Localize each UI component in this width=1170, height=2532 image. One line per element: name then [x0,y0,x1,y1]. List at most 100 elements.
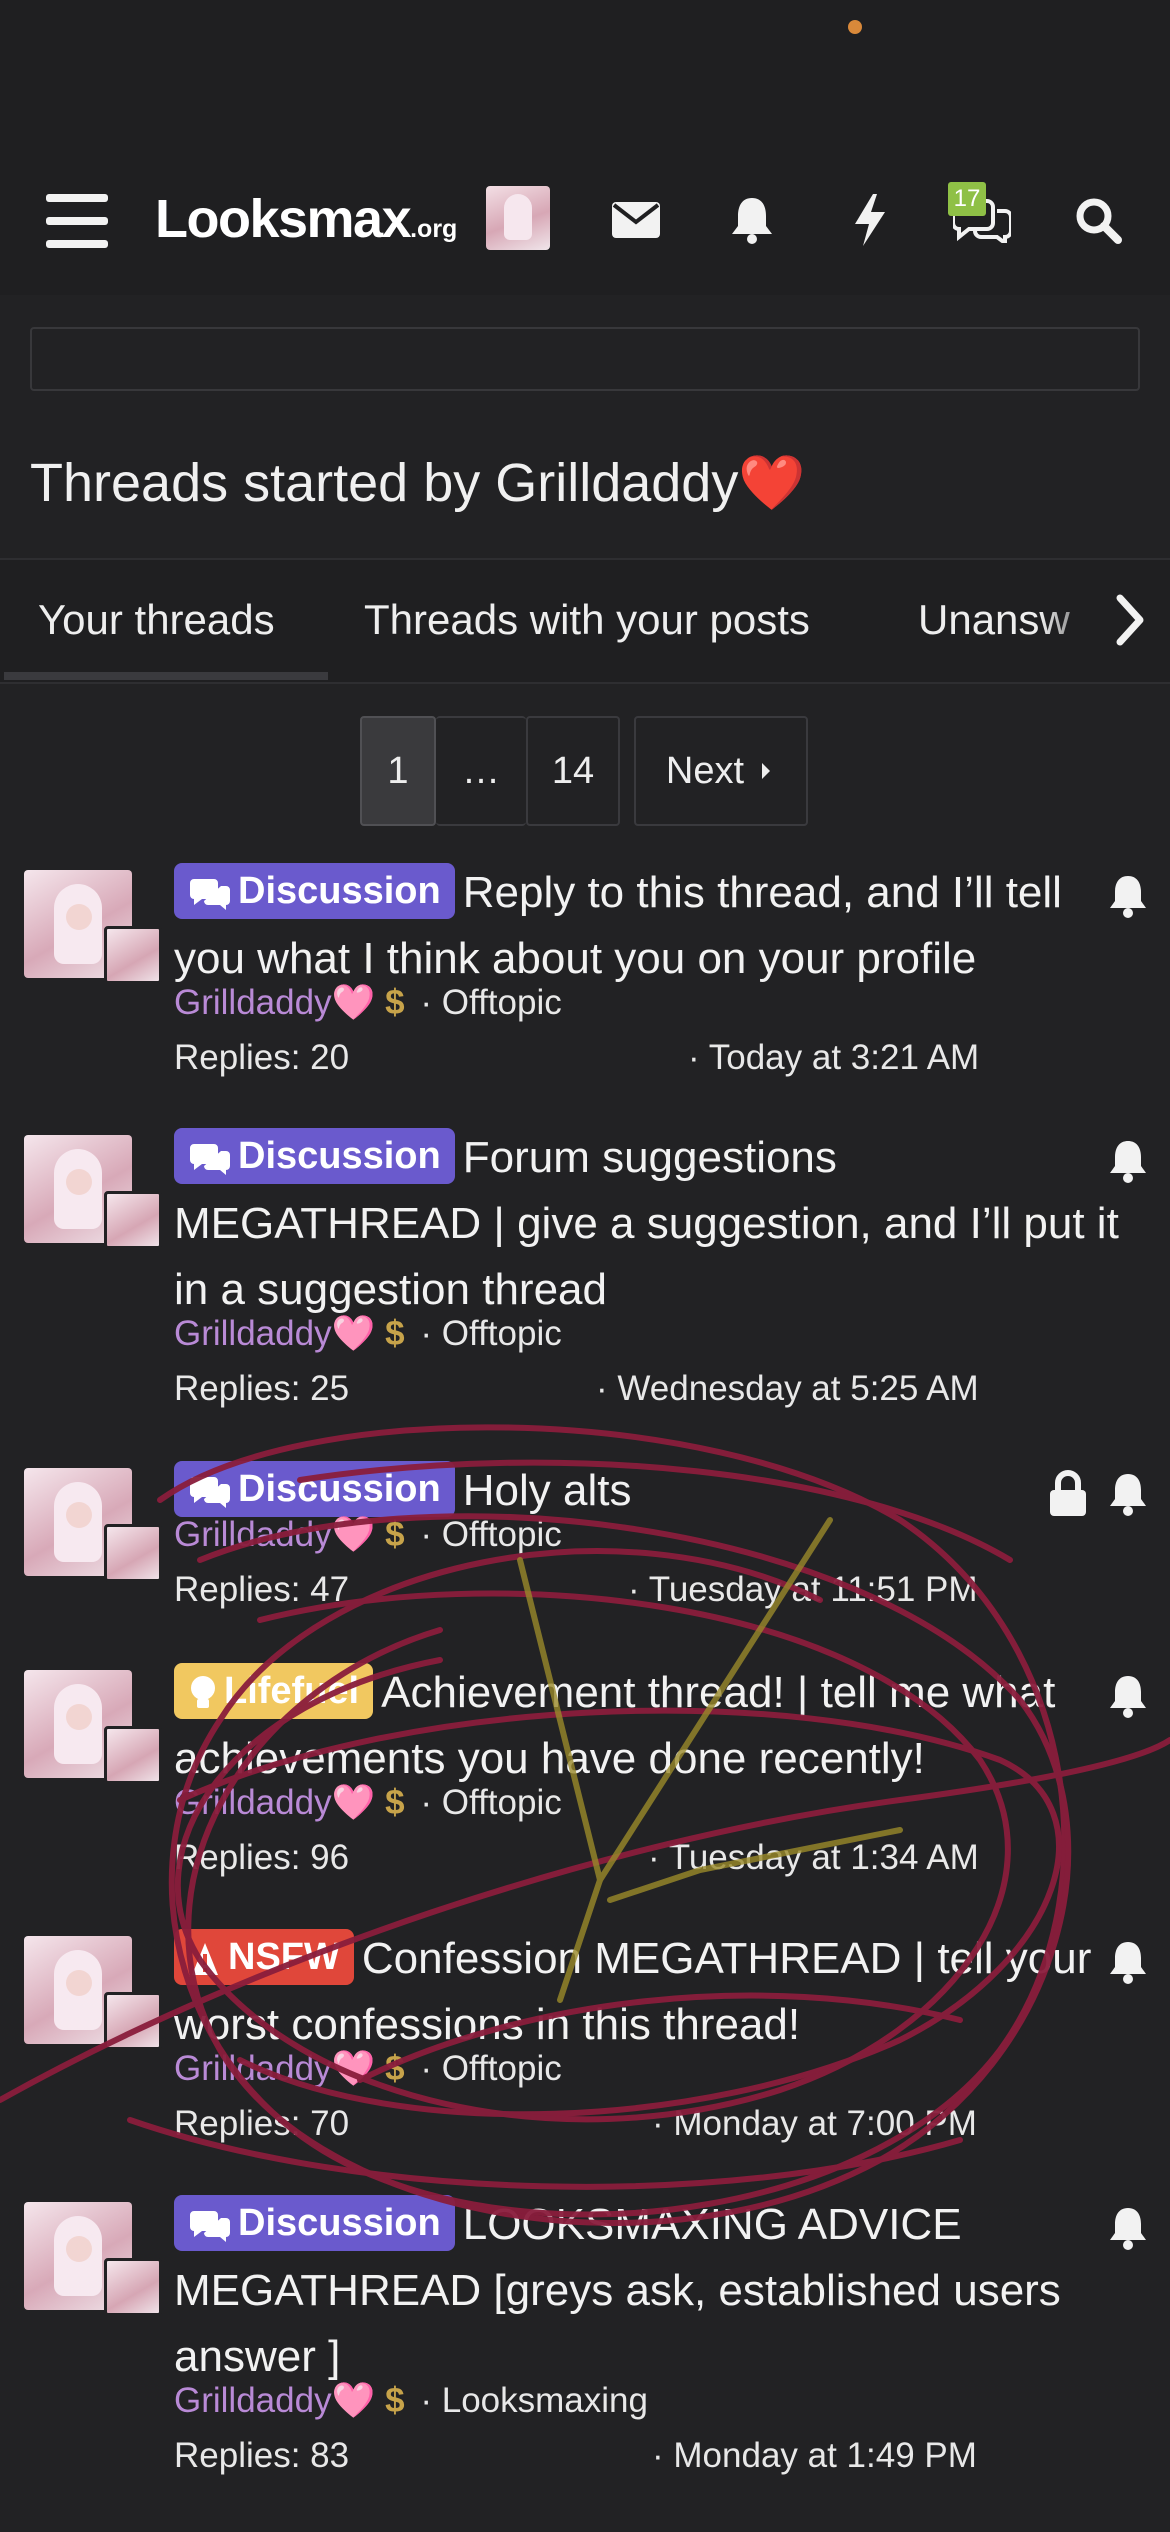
thread-title[interactable]: Discussion LOOKSMAXING ADVICE MEGATHREAD … [174,2192,1134,2390]
thread-prefix-label[interactable]: Discussion [174,1461,455,1517]
thread-meta: Grilldaddy🩷 $ · Offtopic [174,982,562,1023]
date-separator: · [652,2436,674,2475]
chevron-right-icon[interactable] [1110,590,1150,650]
forum-link[interactable]: Offtopic [442,1515,562,1554]
last-poster-avatar[interactable] [104,2258,162,2316]
dollar-icon: $ [385,1314,405,1353]
menu-icon[interactable] [46,194,108,248]
thread-prefix-label[interactable]: Discussion [174,1128,455,1184]
date-separator: · [648,1838,669,1877]
author-name[interactable]: Grilldaddy [174,2049,332,2088]
recording-indicator [848,20,862,34]
tab-your-threads[interactable]: Your threads [38,596,275,644]
thread-prefix-label[interactable]: Lifefuel [174,1663,374,1719]
thread-title-text[interactable]: Holy alts [463,1466,632,1515]
next-page-button[interactable]: Next [634,716,808,826]
thread-title[interactable]: NSFW Confession MEGATHREAD | tell your wo… [174,1926,1134,2058]
meta-separator: · [410,983,442,1022]
last-poster-avatar[interactable] [104,926,162,984]
page-ellipsis[interactable]: … [436,716,526,826]
thread-meta: Grilldaddy🩷 $ · Offtopic [174,1782,562,1823]
reply-count: Replies: 47 [174,1570,350,1609]
author-heart: 🩷 [331,983,376,1022]
thread-meta: Grilldaddy🩷 $ · Looksmaxing [174,2380,648,2421]
page-14-button[interactable]: 14 [526,716,620,826]
reply-count: Replies: 20 [174,1038,350,1077]
thread-prefix-label[interactable]: Discussion [174,2195,455,2251]
bell-icon[interactable] [720,188,784,252]
dollar-icon: $ [385,2381,405,2420]
date-separator: · [652,2104,674,2143]
author-heart: 🩷 [331,1783,376,1822]
author-name[interactable]: Grilldaddy [174,2381,332,2420]
page-title: Threads started by Grilldaddy❤️ [30,453,806,513]
meta-separator: · [410,1314,442,1353]
lock-icon [1050,1470,1086,1516]
thread-title[interactable]: Lifefuel Achievement thread! | tell me wh… [174,1660,1134,1792]
watch-bell-icon[interactable] [1108,1472,1148,1516]
last-post-date[interactable]: · Monday at 7:00 PM [652,2104,977,2144]
tab-fade [1040,560,1170,682]
author-name[interactable]: Grilldaddy [174,983,332,1022]
last-post-date[interactable]: · Monday at 1:49 PM [652,2436,977,2476]
dollar-icon: $ [385,1783,405,1822]
tab-threads-with-your-posts[interactable]: Threads with your posts [364,596,810,644]
meta-separator: · [410,2049,442,2088]
thread-prefix-label[interactable]: NSFW [174,1929,354,1985]
author-heart: 🩷 [331,1515,376,1554]
thread-title[interactable]: Discussion Reply to this thread, and I’ll… [174,860,1134,992]
watch-bell-icon[interactable] [1108,874,1148,918]
author-heart: 🩷 [331,2049,376,2088]
last-post-date[interactable]: · Today at 3:21 AM [688,1038,979,1078]
thread-title[interactable]: Discussion Forum suggestions MEGATHREAD |… [174,1125,1134,1323]
active-tab-indicator [4,672,328,680]
forum-link[interactable]: Looksmaxing [442,2381,648,2420]
author-heart: 🩷 [331,2381,376,2420]
date-separator: · [688,1038,709,1077]
tab-bar: Your threads Threads with your posts Una… [0,558,1170,684]
reply-count: Replies: 83 [174,2436,350,2475]
author-heart: 🩷 [331,1314,376,1353]
author-name[interactable]: Grilldaddy [174,1314,332,1353]
date-separator: · [628,1570,649,1609]
site-logo[interactable]: Looksmax.org [155,188,457,250]
meta-separator: · [410,1515,442,1554]
forum-link[interactable]: Offtopic [442,983,562,1022]
date-separator: · [596,1369,618,1408]
envelope-icon[interactable] [604,188,668,252]
author-name[interactable]: Grilldaddy [174,1783,332,1822]
meta-separator: · [410,2381,442,2420]
page-1-button[interactable]: 1 [360,716,436,826]
reply-count: Replies: 70 [174,2104,350,2143]
reply-count: Replies: 96 [174,1838,350,1877]
last-post-date[interactable]: · Tuesday at 11:51 PM [628,1570,978,1610]
watch-bell-icon[interactable] [1108,1674,1148,1718]
last-post-date[interactable]: · Wednesday at 5:25 AM [596,1369,979,1409]
meta-separator: · [410,1783,442,1822]
bolt-icon[interactable] [838,188,902,252]
author-name[interactable]: Grilldaddy [174,1515,332,1554]
forum-link[interactable]: Offtopic [442,1314,562,1353]
status-bar [0,0,1170,120]
dollar-icon: $ [385,983,405,1022]
thread-prefix-label[interactable]: Discussion [174,863,455,919]
search-icon[interactable] [1066,188,1130,252]
forum-link[interactable]: Offtopic [442,2049,562,2088]
reply-count: Replies: 25 [174,1369,350,1408]
forum-link[interactable]: Offtopic [442,1783,562,1822]
last-poster-avatar[interactable] [104,1191,162,1249]
last-poster-avatar[interactable] [104,1726,162,1784]
watch-bell-icon[interactable] [1108,2206,1148,2250]
watch-bell-icon[interactable] [1108,1940,1148,1984]
caret-right-icon [762,763,771,779]
last-poster-avatar[interactable] [104,1992,162,2050]
dollar-icon: $ [385,2049,405,2088]
dollar-icon: $ [385,1515,405,1554]
watch-bell-icon[interactable] [1108,1139,1148,1183]
chat-count-badge: 17 [948,182,986,216]
thread-meta: Grilldaddy🩷 $ · Offtopic [174,2048,562,2089]
last-poster-avatar[interactable] [104,1524,162,1582]
last-post-date[interactable]: · Tuesday at 1:34 AM [648,1838,979,1878]
top-navigation: Looksmax.org 17 [0,120,1170,295]
user-avatar[interactable] [486,186,550,250]
